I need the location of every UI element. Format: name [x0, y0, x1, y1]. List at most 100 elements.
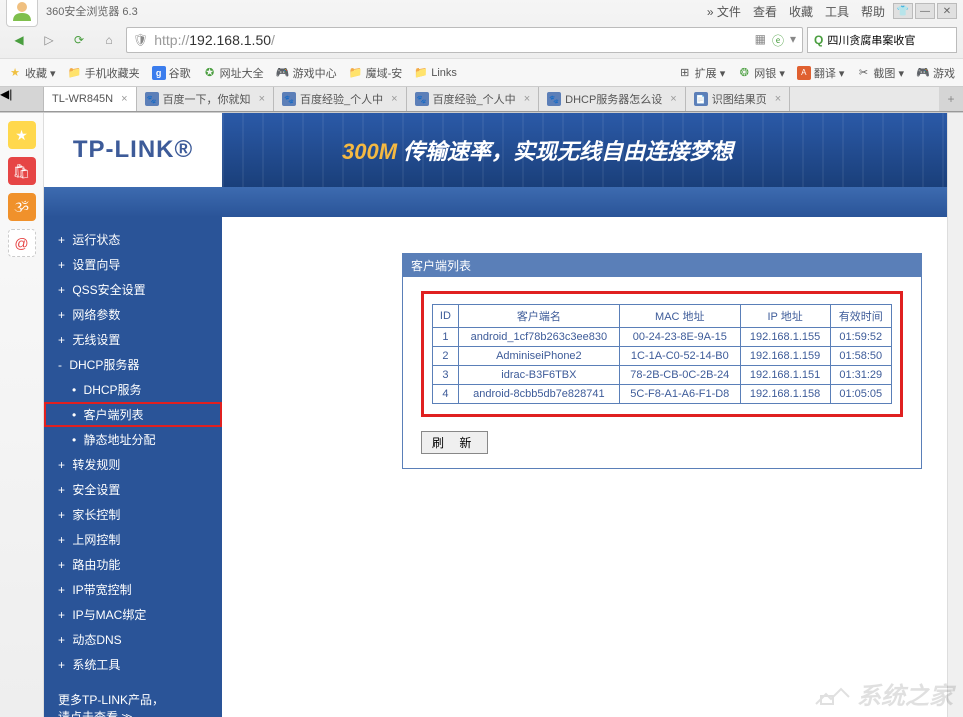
- favicon-icon: 🐾: [415, 92, 429, 106]
- tab-1[interactable]: 🐾百度一下，你就知×: [137, 87, 274, 111]
- bm-screenshot[interactable]: ✂截图 ▾: [856, 65, 904, 81]
- bm-label: 手机收藏夹: [85, 65, 140, 81]
- watermark-logo-icon: [811, 679, 851, 709]
- menu-favorites[interactable]: 收藏: [789, 3, 813, 20]
- translate-icon: A: [797, 66, 811, 80]
- tab-side-toggle[interactable]: ◀|: [0, 87, 44, 111]
- user-avatar[interactable]: [6, 0, 38, 27]
- pin-favorite[interactable]: ★: [8, 121, 36, 149]
- bullet-icon: +: [58, 633, 68, 647]
- home-button[interactable]: ⌂: [96, 27, 122, 53]
- menu-item-动态DNS[interactable]: + 动态DNS: [44, 627, 222, 652]
- address-icons: ▦ ⓔ ▾: [755, 32, 796, 49]
- top-menu: » 文件 查看 收藏 工具 帮助: [707, 3, 885, 20]
- side-pins: ★ 🛍 ૐ @: [0, 113, 44, 717]
- refresh-button[interactable]: 刷 新: [421, 431, 488, 454]
- forward-button[interactable]: ▷: [36, 27, 62, 53]
- col-header: ID: [433, 305, 459, 328]
- search-provider-icon[interactable]: Q: [814, 33, 823, 47]
- menu-item-IP带宽控制[interactable]: + IP带宽控制: [44, 577, 222, 602]
- menu-view[interactable]: 查看: [753, 3, 777, 20]
- bm-moyu[interactable]: 📁魔域-安: [349, 65, 403, 81]
- table-cell: 78-2B-CB-0C-2B-24: [619, 366, 740, 385]
- game-icon: 🎮: [916, 66, 930, 80]
- close-tab-icon[interactable]: ×: [121, 93, 127, 105]
- vertical-scrollbar[interactable]: [947, 113, 963, 717]
- bm-links[interactable]: 📁Links: [414, 66, 457, 80]
- col-header: IP 地址: [740, 305, 830, 328]
- skin-button[interactable]: 👕: [893, 3, 913, 19]
- tp-banner: 300M传输速率，实现无线自由连接梦想: [222, 113, 963, 187]
- menu-tools[interactable]: 工具: [825, 3, 849, 20]
- back-button[interactable]: ◀: [6, 27, 32, 53]
- menu-item-静态地址分配[interactable]: • 静态地址分配: [44, 427, 222, 452]
- close-tab-icon[interactable]: ×: [524, 93, 530, 105]
- pin-at[interactable]: @: [8, 229, 36, 257]
- menu-item-路由功能[interactable]: + 路由功能: [44, 552, 222, 577]
- menu-item-DHCP服务器[interactable]: - DHCP服务器: [44, 352, 222, 377]
- tp-link-logo: TP-LINK®: [73, 136, 193, 164]
- table-cell: idrac-B3F6TBX: [458, 366, 619, 385]
- tab-2[interactable]: 🐾百度经验_个人中×: [274, 87, 407, 111]
- menu-item-网络参数[interactable]: + 网络参数: [44, 302, 222, 327]
- bm-translate[interactable]: A翻译 ▾: [797, 65, 845, 81]
- address-bar[interactable]: 🛡 http://192.168.1.50/ ▦ ⓔ ▾: [126, 27, 803, 53]
- reload-button[interactable]: ⟳: [66, 27, 92, 53]
- menu-item-安全设置[interactable]: + 安全设置: [44, 477, 222, 502]
- menu-item-QSS安全设置[interactable]: + QSS安全设置: [44, 277, 222, 302]
- bm-label: 收藏 ▾: [25, 65, 56, 81]
- new-tab-button[interactable]: +: [939, 87, 963, 111]
- menu-item-设置向导[interactable]: + 设置向导: [44, 252, 222, 277]
- close-tab-icon[interactable]: ×: [670, 93, 676, 105]
- bm-play[interactable]: 🎮游戏: [916, 65, 955, 81]
- menu-item-系统工具[interactable]: + 系统工具: [44, 652, 222, 677]
- tp-more-products[interactable]: 更多TP-LINK产品， 请点击查看 >>: [44, 677, 222, 717]
- bullet-icon: •: [72, 408, 80, 422]
- qr-icon[interactable]: ▦: [755, 32, 766, 49]
- menu-item-家长控制[interactable]: + 家长控制: [44, 502, 222, 527]
- menu-item-转发规则[interactable]: + 转发规则: [44, 452, 222, 477]
- watermark: 系统之家: [811, 676, 953, 711]
- pin-shop[interactable]: 🛍: [8, 157, 36, 185]
- bm-google[interactable]: g谷歌: [152, 65, 191, 81]
- watermark-text: 系统之家: [857, 676, 953, 711]
- bm-bank[interactable]: ❂网银 ▾: [737, 65, 785, 81]
- bullet-icon: •: [72, 433, 80, 447]
- menu-item-无线设置[interactable]: + 无线设置: [44, 327, 222, 352]
- menu-item-客户端列表[interactable]: • 客户端列表: [44, 402, 222, 427]
- url-text: http://192.168.1.50/: [154, 32, 275, 48]
- tab-5[interactable]: 📄识图结果页×: [686, 87, 790, 111]
- table-cell: 4: [433, 385, 459, 404]
- bm-favorites[interactable]: ★收藏 ▾: [8, 65, 56, 81]
- close-window-button[interactable]: ✕: [937, 3, 957, 19]
- banner-speed: 300M: [342, 139, 397, 164]
- close-tab-icon[interactable]: ×: [391, 93, 397, 105]
- bm-games[interactable]: 🎮游戏中心: [276, 65, 337, 81]
- compat-icon[interactable]: ⓔ: [772, 32, 784, 49]
- tab-3[interactable]: 🐾百度经验_个人中×: [407, 87, 540, 111]
- menu-help[interactable]: 帮助: [861, 3, 885, 20]
- tab-4[interactable]: 🐾DHCP服务器怎么设×: [539, 87, 686, 111]
- search-input[interactable]: [827, 34, 950, 46]
- search-box[interactable]: Q: [807, 27, 957, 53]
- menu-item-运行状态[interactable]: + 运行状态: [44, 227, 222, 252]
- menu-file[interactable]: » 文件: [707, 3, 741, 20]
- menu-item-DHCP服务[interactable]: • DHCP服务: [44, 377, 222, 402]
- bm-ext[interactable]: ⊞扩展 ▾: [678, 65, 726, 81]
- pin-weibo[interactable]: ૐ: [8, 193, 36, 221]
- minimize-button[interactable]: —: [915, 3, 935, 19]
- folder-icon: 📁: [414, 66, 428, 80]
- url-path: /: [271, 32, 275, 48]
- menu-item-IP与MAC绑定[interactable]: + IP与MAC绑定: [44, 602, 222, 627]
- close-tab-icon[interactable]: ×: [259, 93, 265, 105]
- bm-mobile[interactable]: 📁手机收藏夹: [68, 65, 140, 81]
- table-cell: 00-24-23-8E-9A-15: [619, 328, 740, 347]
- globe-icon: ✪: [203, 66, 217, 80]
- bm-sites[interactable]: ✪网址大全: [203, 65, 264, 81]
- tab-0[interactable]: TL-WR845N×: [44, 87, 137, 111]
- col-header: MAC 地址: [619, 305, 740, 328]
- bookmark-bar: ★收藏 ▾ 📁手机收藏夹 g谷歌 ✪网址大全 🎮游戏中心 📁魔域-安 📁Link…: [0, 58, 963, 86]
- close-tab-icon[interactable]: ×: [775, 93, 781, 105]
- addr-dropdown-icon[interactable]: ▾: [790, 32, 796, 49]
- menu-item-上网控制[interactable]: + 上网控制: [44, 527, 222, 552]
